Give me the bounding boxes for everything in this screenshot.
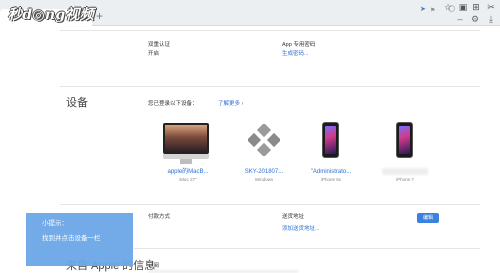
divider xyxy=(60,86,480,87)
device-model: iPhone 7 xyxy=(396,177,414,182)
new-tab-button[interactable]: + xyxy=(96,10,106,22)
tip-title: 小提示： xyxy=(42,220,68,227)
edit-button[interactable]: 编辑 xyxy=(417,213,439,223)
minimize-icon[interactable]: – xyxy=(455,14,465,24)
devices-title: 设备 xyxy=(66,97,88,109)
flag-icon[interactable]: ⚑ xyxy=(430,7,438,15)
download-icon[interactable]: ⤓ xyxy=(486,14,496,24)
send-icon[interactable]: ➤ xyxy=(420,6,428,14)
star-icon[interactable]: ☆ xyxy=(443,2,453,12)
payment-method-label: 付款方式 xyxy=(148,214,171,220)
app-password-label: App 专用密码 xyxy=(282,42,316,48)
iphone-screen xyxy=(325,126,336,154)
address-bar[interactable]: ➤ ⚑ xyxy=(108,3,455,15)
scissors-icon[interactable]: ✂ xyxy=(486,2,496,12)
learn-more-link[interactable]: 了解更多 › xyxy=(218,101,243,108)
divider xyxy=(60,204,480,205)
settings-icon[interactable]: ⚙ xyxy=(470,14,480,24)
iphone-screen xyxy=(399,126,410,154)
two-factor-value: 开启 xyxy=(148,51,160,57)
divider xyxy=(60,30,480,31)
window-icon[interactable]: ▣ xyxy=(458,2,468,12)
blurred-device-name xyxy=(382,168,428,175)
device-name[interactable]: apple的MacB... xyxy=(160,168,216,176)
devices-description: 您已登录以下设备： xyxy=(148,101,198,107)
device-model: iMac 27" xyxy=(179,177,197,182)
imac-stand xyxy=(180,159,192,164)
device-name[interactable]: "Administrato... xyxy=(302,168,360,176)
add-shipping-address-link[interactable]: 添加送货地址... xyxy=(282,226,320,233)
tip-body: 找到并点击设备一栏 xyxy=(42,235,101,242)
divider xyxy=(134,248,480,249)
windows-device-icon xyxy=(248,124,280,156)
device-name[interactable]: SKY-201807... xyxy=(234,168,294,176)
generate-password-link[interactable]: 生成密码... xyxy=(282,51,309,58)
subscribe-label: 订阅 xyxy=(148,263,160,269)
iphone-image xyxy=(396,122,413,158)
iphone-image xyxy=(322,122,339,158)
device-model: Windows xyxy=(254,177,274,182)
grid-icon[interactable]: ⊞ xyxy=(471,2,481,12)
device-model: iPhone 6s xyxy=(320,177,341,182)
imac-image xyxy=(163,123,209,154)
watermark-logo: 秒d◎ng视频 xyxy=(8,7,95,23)
two-factor-label: 双重认证 xyxy=(148,42,171,48)
shipping-address-label: 送货地址 xyxy=(282,214,305,220)
